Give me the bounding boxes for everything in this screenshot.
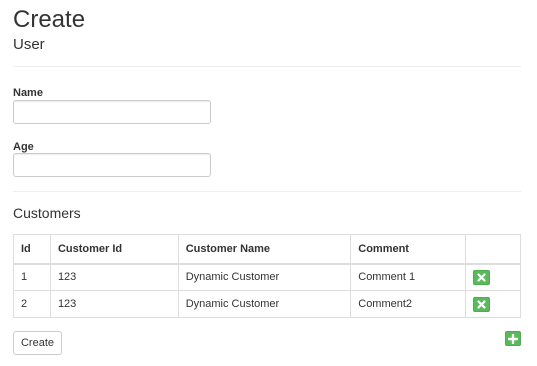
age-input[interactable] xyxy=(13,153,211,177)
remove-icon xyxy=(477,273,486,282)
table-header-row: Id Customer Id Customer Name Comment xyxy=(13,234,521,265)
remove-icon xyxy=(477,299,486,309)
column-header-comment: Comment xyxy=(350,234,467,265)
cell-comment: Comment2 xyxy=(350,290,467,318)
column-header-id: Id xyxy=(13,234,51,265)
remove-row-button[interactable] xyxy=(473,269,491,285)
customers-table: Id Customer Id Customer Name Comment 1 1… xyxy=(13,234,521,318)
column-header-customer-name: Customer Name xyxy=(177,234,352,265)
create-button[interactable]: Create xyxy=(13,331,62,355)
name-input[interactable] xyxy=(13,100,211,124)
remove-row-button[interactable] xyxy=(473,296,491,312)
page-title: Create xyxy=(13,6,86,33)
customers-section-title: Customers xyxy=(13,205,81,221)
divider xyxy=(13,191,521,192)
cell-customer-id: 123 xyxy=(49,290,179,318)
cell-customer-name: Dynamic Customer xyxy=(177,290,352,318)
cell-actions xyxy=(465,263,521,291)
table-row: 1 123 Dynamic Customer Comment 1 xyxy=(13,263,521,291)
page-subtitle: User xyxy=(13,36,45,53)
name-label: Name xyxy=(13,87,43,99)
cell-id: 2 xyxy=(13,290,51,318)
cell-customer-id: 123 xyxy=(49,263,179,291)
plus-icon xyxy=(508,334,518,344)
cell-id: 1 xyxy=(13,263,51,291)
table-row: 2 123 Dynamic Customer Comment2 xyxy=(13,290,521,318)
column-header-actions xyxy=(465,234,521,265)
column-header-customer-id: Customer Id xyxy=(49,234,179,265)
cell-customer-name: Dynamic Customer xyxy=(177,263,352,291)
add-customer-button[interactable] xyxy=(505,331,521,346)
cell-comment: Comment 1 xyxy=(350,263,467,291)
divider xyxy=(13,66,521,67)
cell-actions xyxy=(465,290,521,318)
